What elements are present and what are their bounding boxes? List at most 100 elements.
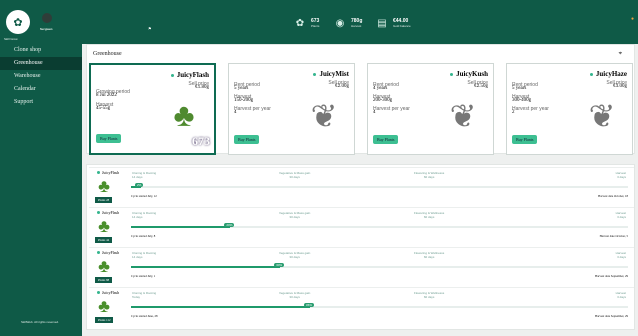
phase-days: 60 days — [423, 215, 435, 219]
plant-image: ♣ — [98, 296, 110, 316]
phase-days: 14 days — [132, 255, 143, 259]
phase-days: 30 days — [289, 175, 300, 179]
per-year-label: Harvest per year — [234, 106, 271, 112]
plant-image: ❦ — [588, 98, 616, 134]
harvest-date: Harvest date October, 5 — [599, 234, 628, 238]
per-year-label: Harvest per year — [512, 106, 549, 112]
per-year-label: Harvest per year — [373, 106, 410, 112]
card-count: 673 — [192, 134, 210, 148]
cycle-start: Cycle started June, 28 — [131, 314, 158, 318]
main-content: Greenhouse ⌖ JuicyFlash Sell price €1.80… — [82, 44, 638, 336]
phase-days: 60 days — [423, 175, 435, 179]
buy-plants-button[interactable]: Buy Plants — [96, 134, 122, 143]
user-name: Sergwen — [40, 27, 53, 31]
stat-harvest: ◉ 780g Harvest — [333, 16, 363, 30]
phase-days: 14 days — [132, 175, 143, 179]
per-year: 4 — [373, 110, 376, 115]
avatar — [42, 13, 52, 23]
harvest-value: 200-300g — [373, 98, 393, 103]
progress-pct: 36% — [303, 303, 314, 307]
topbar: ⚑ ✿ 673 Plants ◉ 780g Harvest ▤ €44.00 Gold… — [82, 0, 638, 44]
phase-days: 30 days — [289, 295, 300, 299]
harvest-date: Harvest date September, 29 — [594, 274, 628, 278]
sidebar-item-warehouse[interactable]: Warehouse — [0, 70, 82, 83]
plant-image: ♣ — [98, 256, 110, 276]
plant-name: JuicyFlash — [102, 290, 120, 295]
plant-name: JuicyFlash — [102, 250, 120, 255]
phase-days: 3 days — [617, 255, 626, 259]
cycle-row[interactable]: ♣ JuicyFlash Plants 44 Cloning & Rooting… — [89, 207, 634, 247]
phase-days: 60 days — [423, 295, 435, 299]
harvest-date: Harvest date October, 18 — [598, 194, 628, 198]
plant-image: ♣ — [98, 216, 110, 236]
card-name: JuicyFlash — [176, 71, 209, 79]
phase-days: 14 days — [132, 215, 143, 219]
sidebar-item-support[interactable]: Support — [0, 96, 82, 109]
harvest-value: 300-400g — [512, 98, 532, 103]
stat-label: Gold balance — [393, 24, 411, 28]
plant-image: ❦ — [310, 98, 338, 134]
card-name: JuicyHaze — [595, 70, 627, 78]
product-card-juicymist[interactable]: JuicyMist Rent period 5 years Sell price… — [228, 63, 355, 155]
plant-image: ♣ — [98, 176, 110, 196]
cycle-row[interactable]: ♣ JuicyFlash Plants 112 Cloning & Rootin… — [89, 287, 634, 327]
stat-label: Plants — [311, 24, 320, 28]
per-year: 4 — [234, 110, 237, 115]
card-name: JuicyMist — [319, 70, 349, 78]
progress-bar — [131, 306, 628, 308]
progress-pct: 30% — [274, 263, 285, 267]
progress-bar — [131, 186, 628, 188]
period: 5 years — [234, 86, 249, 91]
phase-days: Today — [132, 295, 141, 299]
cycle-start: Cycle started July, 12 — [131, 194, 157, 198]
sidebar-item-greenhouse[interactable]: Greenhouse — [0, 57, 82, 70]
progress-pct: 20% — [224, 223, 235, 227]
plants-badge: Plants 112 — [95, 317, 114, 323]
copyright: SkillWeb. All rights reserved. — [21, 320, 59, 324]
progress-fill — [131, 266, 281, 268]
buy-plants-button[interactable]: Buy Plants — [512, 135, 538, 144]
sidebar-item-calendar[interactable]: Calendar — [0, 83, 82, 96]
product-card-juicyflash[interactable]: JuicyFlash Sell price €1.80g Growing per… — [89, 63, 216, 155]
plants-badge: Plants 88 — [95, 277, 113, 283]
harvest-value: 45-55g — [96, 106, 111, 111]
pointer-icon: ⌖ — [618, 51, 622, 57]
sidebar: ✿ Skill Grow Sergwen Clone shop Greenhou… — [0, 0, 82, 336]
stat-plants: ✿ 673 Plants — [293, 16, 320, 30]
progress-bar — [131, 226, 628, 228]
grow-date: 8 Jul 2022 — [96, 93, 117, 98]
cycle-row[interactable]: ♣ JuicyFlash Plants 28 Cloning & Rooting… — [89, 167, 634, 207]
stat-label: Harvest — [351, 24, 362, 28]
cycle-start: Cycle started July, 1 — [131, 274, 156, 278]
product-card-juicykush[interactable]: JuicyKush Rent period 4 years Sell price… — [367, 63, 494, 155]
product-card-juicyhaze[interactable]: JuicyHaze Rent period 5 years Sell price… — [506, 63, 633, 155]
harvest-icon: ◉ — [335, 17, 345, 29]
phase-days: 3 days — [617, 215, 626, 219]
page-title: Greenhouse — [93, 51, 122, 57]
cycles-section: ♣ JuicyFlash Plants 28 Cloning & Rooting… — [86, 164, 635, 330]
plants-badge: Plants 28 — [95, 197, 113, 203]
period: 5 years — [512, 86, 527, 91]
logo-text: Skill Grow — [4, 37, 18, 41]
sidebar-item-clone-shop[interactable]: Clone shop — [0, 44, 82, 57]
card-name: JuicyKush — [456, 70, 488, 78]
phase-days: 30 days — [289, 255, 300, 259]
plant-name: JuicyFlash — [102, 210, 120, 215]
cycle-start: Cycle started July, 8 — [131, 234, 156, 238]
per-year: 2 — [512, 110, 515, 115]
progress-fill — [131, 226, 231, 228]
plants-badge: Plants 44 — [95, 237, 113, 243]
progress-bar — [131, 266, 628, 268]
cycle-row[interactable]: ♣ JuicyFlash Plants 88 Cloning & Rooting… — [89, 247, 634, 287]
buy-plants-button[interactable]: Buy Plants — [373, 135, 399, 144]
harvest-date: Harvest date September, 29 — [594, 314, 628, 318]
plant-name: JuicyFlash — [102, 170, 120, 175]
phase-days: 60 days — [423, 255, 435, 259]
buy-plants-button[interactable]: Buy Plants — [234, 135, 260, 144]
cannabis-leaf-icon: ✿ — [6, 10, 30, 34]
greenhouse-section: Greenhouse ⌖ JuicyFlash Sell price €1.80… — [86, 44, 635, 155]
sidebar-menu: Clone shop Greenhouse Warehouse Calendar… — [0, 44, 82, 109]
user-icon[interactable]: ● — [631, 17, 634, 22]
progress-pct: 2% — [134, 183, 144, 187]
flag-icon: ⚑ — [148, 26, 152, 31]
